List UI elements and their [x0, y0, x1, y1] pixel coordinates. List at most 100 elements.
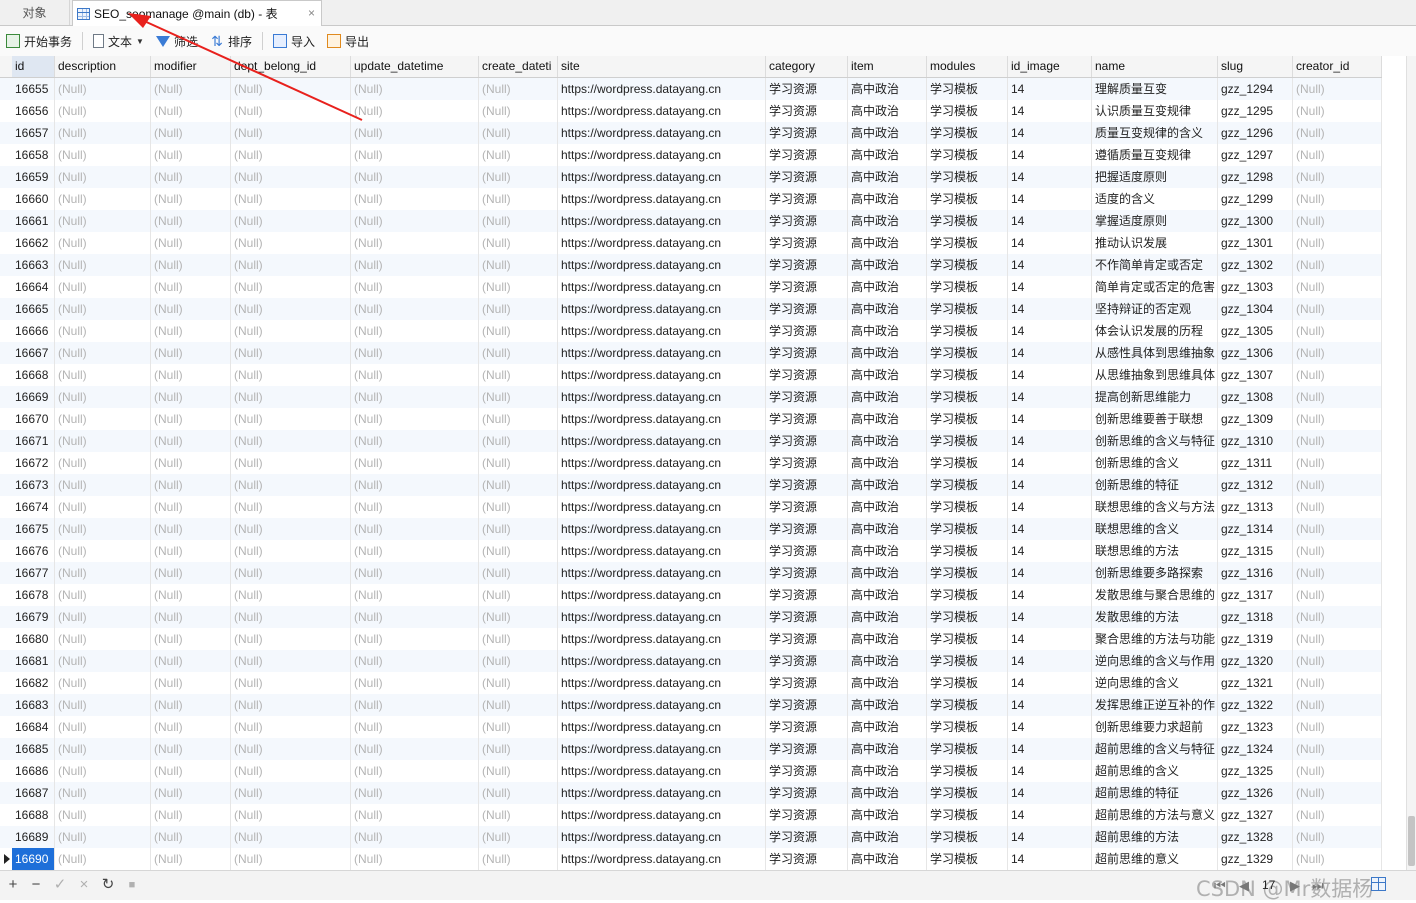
- cell-description[interactable]: (Null): [55, 694, 151, 716]
- cell-name[interactable]: 创新思维的含义: [1092, 452, 1218, 474]
- cell-create-dateti[interactable]: (Null): [479, 122, 558, 144]
- first-page-button[interactable]: ⏮: [1214, 878, 1226, 894]
- cell-update-datetime[interactable]: (Null): [351, 342, 479, 364]
- cell-creator-id[interactable]: (Null): [1293, 848, 1382, 870]
- cell-modifier[interactable]: (Null): [151, 188, 231, 210]
- cell-category[interactable]: 学习资源: [766, 628, 848, 650]
- cell-creator-id[interactable]: (Null): [1293, 804, 1382, 826]
- cell-dept-belong-id[interactable]: (Null): [231, 122, 351, 144]
- cell-category[interactable]: 学习资源: [766, 430, 848, 452]
- table-row[interactable]: 16661 (Null) (Null) (Null) (Null) (Null) https…: [0, 210, 1382, 232]
- cell-category[interactable]: 学习资源: [766, 804, 848, 826]
- cell-dept-belong-id[interactable]: (Null): [231, 144, 351, 166]
- cell-category[interactable]: 学习资源: [766, 606, 848, 628]
- table-row[interactable]: 16663 (Null) (Null) (Null) (Null) (Null) https…: [0, 254, 1382, 276]
- cell-modifier[interactable]: (Null): [151, 386, 231, 408]
- cell-item[interactable]: 高中政治: [848, 386, 927, 408]
- cell-id-image[interactable]: 14: [1008, 408, 1092, 430]
- next-page-button[interactable]: ▶: [1290, 878, 1300, 894]
- cell-item[interactable]: 高中政治: [848, 694, 927, 716]
- cell-site[interactable]: https://wordpress.datayang.cn: [558, 540, 766, 562]
- cell-create-dateti[interactable]: (Null): [479, 364, 558, 386]
- cell-slug[interactable]: gzz_1300: [1218, 210, 1293, 232]
- cell-id-image[interactable]: 14: [1008, 100, 1092, 122]
- cell-id-image[interactable]: 14: [1008, 606, 1092, 628]
- cell-site[interactable]: https://wordpress.datayang.cn: [558, 364, 766, 386]
- cell-item[interactable]: 高中政治: [848, 848, 927, 870]
- cell-item[interactable]: 高中政治: [848, 232, 927, 254]
- cell-site[interactable]: https://wordpress.datayang.cn: [558, 320, 766, 342]
- cell-name[interactable]: 超前思维的含义与特征: [1092, 738, 1218, 760]
- table-row[interactable]: 16687 (Null) (Null) (Null) (Null) (Null) https…: [0, 782, 1382, 804]
- cell-site[interactable]: https://wordpress.datayang.cn: [558, 518, 766, 540]
- data-grid[interactable]: id description modifier dept_belong_id updat…: [0, 56, 1406, 870]
- cell-name[interactable]: 创新思维的含义与特征: [1092, 430, 1218, 452]
- cell-description[interactable]: (Null): [55, 782, 151, 804]
- cell-slug[interactable]: gzz_1328: [1218, 826, 1293, 848]
- cell-name[interactable]: 遵循质量互变规律: [1092, 144, 1218, 166]
- cell-update-datetime[interactable]: (Null): [351, 232, 479, 254]
- cell-item[interactable]: 高中政治: [848, 430, 927, 452]
- cell-modules[interactable]: 学习模板: [927, 518, 1008, 540]
- cell-category[interactable]: 学习资源: [766, 760, 848, 782]
- cell-id-image[interactable]: 14: [1008, 584, 1092, 606]
- cell-create-dateti[interactable]: (Null): [479, 672, 558, 694]
- cell-category[interactable]: 学习资源: [766, 144, 848, 166]
- cell-category[interactable]: 学习资源: [766, 276, 848, 298]
- cell-modules[interactable]: 学习模板: [927, 672, 1008, 694]
- cell-item[interactable]: 高中政治: [848, 78, 927, 100]
- cell-id-image[interactable]: 14: [1008, 540, 1092, 562]
- cell-id[interactable]: 16663: [12, 254, 55, 276]
- cell-modules[interactable]: 学习模板: [927, 188, 1008, 210]
- cell-dept-belong-id[interactable]: (Null): [231, 694, 351, 716]
- cell-name[interactable]: 把握适度原则: [1092, 166, 1218, 188]
- cell-slug[interactable]: gzz_1312: [1218, 474, 1293, 496]
- cell-description[interactable]: (Null): [55, 474, 151, 496]
- cell-dept-belong-id[interactable]: (Null): [231, 276, 351, 298]
- cell-modules[interactable]: 学习模板: [927, 320, 1008, 342]
- cell-description[interactable]: (Null): [55, 430, 151, 452]
- cell-modifier[interactable]: (Null): [151, 672, 231, 694]
- cell-create-dateti[interactable]: (Null): [479, 782, 558, 804]
- cell-create-dateti[interactable]: (Null): [479, 584, 558, 606]
- cell-modules[interactable]: 学习模板: [927, 848, 1008, 870]
- cell-modifier[interactable]: (Null): [151, 804, 231, 826]
- table-row[interactable]: 16658 (Null) (Null) (Null) (Null) (Null) https…: [0, 144, 1382, 166]
- refresh-button[interactable]: ↻: [99, 876, 117, 894]
- column-header-dept-belong-id[interactable]: dept_belong_id: [231, 56, 351, 77]
- cell-modifier[interactable]: (Null): [151, 738, 231, 760]
- cell-dept-belong-id[interactable]: (Null): [231, 584, 351, 606]
- cell-create-dateti[interactable]: (Null): [479, 694, 558, 716]
- cell-description[interactable]: (Null): [55, 254, 151, 276]
- cell-site[interactable]: https://wordpress.datayang.cn: [558, 716, 766, 738]
- cell-slug[interactable]: gzz_1310: [1218, 430, 1293, 452]
- cell-id[interactable]: 16656: [12, 100, 55, 122]
- cell-update-datetime[interactable]: (Null): [351, 166, 479, 188]
- cell-id[interactable]: 16687: [12, 782, 55, 804]
- cell-update-datetime[interactable]: (Null): [351, 628, 479, 650]
- cell-id[interactable]: 16659: [12, 166, 55, 188]
- cell-modifier[interactable]: (Null): [151, 364, 231, 386]
- cell-slug[interactable]: gzz_1307: [1218, 364, 1293, 386]
- cell-update-datetime[interactable]: (Null): [351, 562, 479, 584]
- column-header-create-dateti[interactable]: create_dateti: [479, 56, 558, 77]
- cell-item[interactable]: 高中政治: [848, 254, 927, 276]
- cell-creator-id[interactable]: (Null): [1293, 232, 1382, 254]
- cell-site[interactable]: https://wordpress.datayang.cn: [558, 738, 766, 760]
- cell-id-image[interactable]: 14: [1008, 650, 1092, 672]
- cell-item[interactable]: 高中政治: [848, 452, 927, 474]
- cell-site[interactable]: https://wordpress.datayang.cn: [558, 342, 766, 364]
- table-row[interactable]: 16672 (Null) (Null) (Null) (Null) (Null) https…: [0, 452, 1382, 474]
- cell-modifier[interactable]: (Null): [151, 320, 231, 342]
- cell-creator-id[interactable]: (Null): [1293, 210, 1382, 232]
- cell-create-dateti[interactable]: (Null): [479, 254, 558, 276]
- cell-item[interactable]: 高中政治: [848, 562, 927, 584]
- cell-site[interactable]: https://wordpress.datayang.cn: [558, 298, 766, 320]
- cell-update-datetime[interactable]: (Null): [351, 320, 479, 342]
- cell-item[interactable]: 高中政治: [848, 672, 927, 694]
- cell-creator-id[interactable]: (Null): [1293, 518, 1382, 540]
- cell-slug[interactable]: gzz_1314: [1218, 518, 1293, 540]
- cell-dept-belong-id[interactable]: (Null): [231, 78, 351, 100]
- cell-id[interactable]: 16680: [12, 628, 55, 650]
- cell-dept-belong-id[interactable]: (Null): [231, 804, 351, 826]
